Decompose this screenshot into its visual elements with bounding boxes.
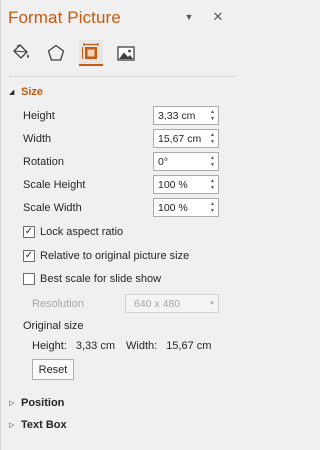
chevron-down-icon: ▼ (209, 300, 215, 307)
position-section-header[interactable]: ▷ Position (9, 397, 64, 409)
scale-width-input[interactable]: 100 % ▲ ▼ (153, 198, 219, 217)
spinner-arrows-icon[interactable]: ▲ ▼ (207, 153, 218, 170)
spinner-arrows-icon[interactable]: ▲ ▼ (207, 176, 218, 193)
height-input[interactable]: 3,33 cm ▲ ▼ (153, 106, 219, 125)
size-properties-icon (81, 43, 99, 59)
width-value: 15,67 cm (158, 132, 202, 145)
height-row: Height 3,33 cm ▲ ▼ (23, 106, 219, 126)
text-box-section-header[interactable]: ▷ Text Box (9, 419, 67, 431)
tab-fill-line[interactable] (9, 40, 33, 66)
expand-triangle-icon: ▷ (9, 400, 15, 407)
resolution-row: Resolution 640 x 480 ▼ (32, 294, 219, 314)
picture-icon (117, 46, 135, 61)
width-row: Width 15,67 cm ▲ ▼ (23, 129, 219, 149)
text-box-section-title: Text Box (21, 419, 67, 431)
relative-size-label: Relative to original picture size (40, 250, 190, 262)
scale-width-value: 100 % (158, 201, 188, 214)
best-scale-label: Best scale for slide show (40, 273, 162, 285)
tab-effects[interactable] (44, 40, 68, 66)
close-icon[interactable]: ✕ (210, 8, 226, 26)
original-size-label: Original size (23, 320, 84, 332)
position-section-title: Position (21, 397, 65, 409)
scale-height-row: Scale Height 100 % ▲ ▼ (23, 175, 219, 195)
resolution-dropdown[interactable]: 640 x 480 ▼ (125, 294, 219, 313)
collapse-triangle-icon: ◢ (9, 89, 15, 96)
format-picture-pane: Format Picture ▼ ✕ ◢ Size Height 3,33 cm… (0, 0, 244, 450)
spinner-arrows-icon[interactable]: ▲ ▼ (207, 199, 218, 216)
best-scale-checkbox[interactable]: Best scale for slide show (23, 271, 161, 287)
lock-aspect-label: Lock aspect ratio (40, 226, 124, 238)
original-size-values: Height: 3,33 cm Width: 15,67 cm (32, 340, 211, 352)
pane-title: Format Picture (8, 8, 121, 27)
orig-height-label: Height: (32, 340, 67, 352)
rotation-value: 0° (158, 155, 169, 168)
scale-height-value: 100 % (158, 178, 188, 191)
tab-divider (9, 76, 235, 77)
orig-width-label: Width: (126, 340, 158, 352)
checkbox-empty-icon (23, 273, 35, 285)
checkmark-icon: ✓ (23, 226, 35, 238)
width-input[interactable]: 15,67 cm ▲ ▼ (153, 129, 219, 148)
spinner-arrows-icon[interactable]: ▲ ▼ (207, 130, 218, 147)
scale-height-input[interactable]: 100 % ▲ ▼ (153, 175, 219, 194)
scale-width-row: Scale Width 100 % ▲ ▼ (23, 198, 219, 218)
reset-button[interactable]: Reset (32, 359, 74, 380)
expand-triangle-icon: ▷ (9, 422, 15, 429)
rotation-input[interactable]: 0° ▲ ▼ (153, 152, 219, 171)
rotation-row: Rotation 0° ▲ ▼ (23, 152, 219, 172)
size-section-header[interactable]: ◢ Size (9, 86, 43, 98)
tab-picture[interactable] (114, 40, 138, 66)
orig-height-value: 3,33 cm (75, 340, 115, 352)
orig-width-value: 15,67 cm (166, 340, 212, 352)
spinner-arrows-icon[interactable]: ▲ ▼ (207, 107, 218, 124)
size-section-title: Size (21, 86, 44, 98)
relative-size-checkbox[interactable]: ✓ Relative to original picture size (23, 248, 189, 264)
checkmark-icon: ✓ (23, 250, 35, 262)
chevron-down-icon[interactable]: ▼ (181, 8, 197, 26)
height-value: 3,33 cm (158, 109, 196, 122)
fill-line-icon (13, 44, 29, 59)
effects-pentagon-icon (47, 44, 65, 61)
lock-aspect-checkbox[interactable]: ✓ Lock aspect ratio (23, 224, 123, 240)
resolution-value: 640 x 480 (134, 297, 181, 310)
tab-size-properties[interactable] (79, 40, 103, 66)
